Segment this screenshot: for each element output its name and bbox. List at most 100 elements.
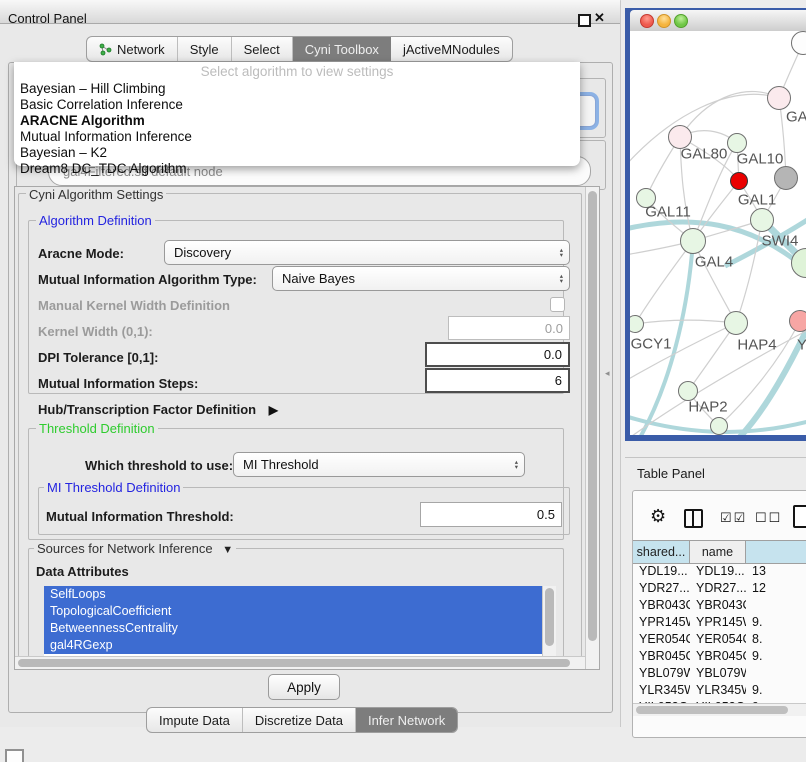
table-row[interactable]: YBR045CYBR045C9. [633, 648, 806, 665]
table-row[interactable]: YLR345WYLR345W9. [633, 682, 806, 699]
table-cell[interactable]: YPR145W [690, 614, 746, 631]
table-cell[interactable]: YPR145W [633, 614, 690, 631]
data-attributes-list[interactable]: SelfLoopsTopologicalCoefficientBetweenne… [44, 586, 556, 656]
table-cell[interactable]: 9. [746, 682, 806, 699]
mi-threshold-field[interactable]: 0.5 [420, 502, 562, 527]
table-row[interactable]: YDR27...YDR27...12 [633, 580, 806, 597]
tab-impute-data[interactable]: Impute Data [147, 708, 243, 732]
network-node[interactable] [774, 166, 798, 190]
tab-style[interactable]: Style [178, 37, 232, 61]
close-panel-button[interactable]: ✕ [594, 10, 605, 26]
control-panel-titlebar[interactable] [0, 0, 620, 24]
table-cell[interactable] [746, 597, 806, 614]
node-label: GAL10 [737, 151, 784, 168]
column-header-shared[interactable]: shared... [633, 541, 690, 563]
table-settings-gear-icon[interactable]: ⚙ [650, 506, 666, 527]
table-cell[interactable]: YBL079W [633, 665, 690, 682]
node-label: GAL80 [681, 146, 728, 163]
attribute-list-item[interactable]: SelfLoops [44, 586, 542, 603]
network-node-gal4[interactable] [680, 228, 706, 254]
mi-steps-field[interactable]: 6 [425, 368, 570, 393]
attributes-list-scrollbar[interactable] [542, 586, 556, 656]
minimized-panel-icon[interactable] [5, 749, 24, 762]
table-cell[interactable]: 13 [746, 563, 806, 580]
table-cell[interactable]: YDR27... [633, 580, 690, 597]
table-row[interactable]: YER054CYER054C8. [633, 631, 806, 648]
select-none-unchecked-icon[interactable]: ☐☐ [755, 510, 782, 526]
mi-algorithm-type-label: Mutual Information Algorithm Type: [38, 272, 257, 287]
settings-horizontal-scrollbar[interactable] [15, 656, 585, 669]
table-cell[interactable]: YDL19... [633, 563, 690, 580]
table-cell[interactable]: YLR345W [633, 682, 690, 699]
table-cell[interactable]: YER054C [633, 631, 690, 648]
network-node[interactable] [730, 172, 748, 190]
column-layout-icon[interactable] [684, 509, 703, 528]
attribute-list-item[interactable]: TopologicalCoefficient [44, 603, 542, 620]
tab-jactivemnodules[interactable]: jActiveMNodules [391, 37, 512, 61]
sources-group-title[interactable]: Sources for Network Inference ▼ [34, 541, 236, 556]
network-node-gal1[interactable] [750, 208, 774, 232]
tab-infer-network[interactable]: Infer Network [356, 708, 457, 732]
float-window-button[interactable] [578, 14, 591, 27]
apply-button[interactable]: Apply [268, 674, 340, 700]
algorithm-option[interactable]: Bayesian – Hill Climbing [14, 81, 580, 97]
new-table-icon[interactable] [793, 505, 806, 528]
mi-algorithm-type-combobox[interactable]: Naive Bayes ▴▾ [272, 266, 570, 291]
minimize-window-button[interactable] [657, 14, 671, 28]
table-row[interactable]: YPR145WYPR145W9. [633, 614, 806, 631]
cyni-settings-group-title: Cyni Algorithm Settings [26, 187, 166, 202]
node-label: GCY1 [631, 336, 672, 353]
table-row[interactable]: YBL079WYBL079W [633, 665, 806, 682]
table-cell[interactable]: 9. [746, 614, 806, 631]
bottom-tabbar: Impute Data Discretize Data Infer Networ… [146, 707, 458, 733]
column-header-name[interactable]: name [690, 541, 746, 563]
manual-kernel-width-checkbox[interactable] [550, 297, 565, 312]
algorithm-option[interactable]: Mutual Information Inference [14, 129, 580, 145]
close-window-button[interactable] [640, 14, 654, 28]
table-row[interactable]: YBR043CYBR043C [633, 597, 806, 614]
table-cell[interactable]: YER054C [690, 631, 746, 648]
table-row[interactable]: YDL19...YDL19...13 [633, 563, 806, 580]
table-cell[interactable] [746, 665, 806, 682]
tab-select[interactable]: Select [232, 37, 293, 61]
table-cell[interactable]: YLR345W [690, 682, 746, 699]
network-node-hap4[interactable] [724, 311, 748, 335]
attribute-list-item[interactable]: BetweennessCentrality [44, 620, 542, 637]
table-cell[interactable]: YBR045C [690, 648, 746, 665]
which-threshold-combobox[interactable]: MI Threshold ▴▾ [233, 452, 525, 477]
table-horizontal-scrollbar[interactable] [633, 703, 806, 716]
dpi-tolerance-field[interactable]: 0.0 [425, 342, 570, 367]
attribute-list-item[interactable]: gal4RGexp [44, 637, 542, 654]
algorithm-option[interactable]: Dream8 DC_TDC Algorithm [14, 161, 580, 177]
algorithm-option[interactable]: Bayesian – K2 [14, 145, 580, 161]
splitpane-handle[interactable]: ◂ [605, 368, 610, 379]
select-all-checked-icon[interactable]: ☑☑ [720, 510, 747, 526]
table-cell[interactable]: YBL079W [690, 665, 746, 682]
node-label: Y [797, 337, 806, 354]
table-cell[interactable]: 9. [746, 648, 806, 665]
table-cell[interactable]: YDL19... [690, 563, 746, 580]
table-cell[interactable]: 12 [746, 580, 806, 597]
node-label: GAL [786, 109, 806, 126]
table-cell[interactable]: 8. [746, 631, 806, 648]
hub-tf-definition-toggle[interactable]: Hub/Transcription Factor Definition ▶ [38, 402, 278, 417]
network-node-y[interactable] [789, 310, 806, 332]
algorithm-option[interactable]: ARACNE Algorithm [14, 113, 580, 129]
table-cell[interactable]: YBR043C [690, 597, 746, 614]
table-cell[interactable]: YDR27... [690, 580, 746, 597]
network-node[interactable] [710, 417, 728, 435]
network-node-gal[interactable] [767, 86, 791, 110]
kernel-width-field[interactable]: 0.0 [448, 316, 570, 340]
zoom-window-button[interactable] [674, 14, 688, 28]
table-cell[interactable]: YBR045C [633, 648, 690, 665]
mi-steps-label: Mutual Information Steps: [38, 376, 198, 391]
aracne-mode-combobox[interactable]: Discovery ▴▾ [164, 240, 570, 265]
column-header-extra[interactable] [746, 541, 806, 563]
table-cell[interactable]: YBR043C [633, 597, 690, 614]
tab-network[interactable]: Network [87, 37, 178, 61]
settings-vertical-scrollbar[interactable] [585, 187, 599, 669]
network-canvas[interactable]: GALGAL80GAL10GAL1GAL11GAL4SWI4GCY1HAP4YH… [630, 31, 806, 435]
algorithm-option[interactable]: Basic Correlation Inference [14, 97, 580, 113]
tab-discretize-data[interactable]: Discretize Data [243, 708, 356, 732]
tab-cyni-toolbox[interactable]: Cyni Toolbox [293, 37, 391, 61]
